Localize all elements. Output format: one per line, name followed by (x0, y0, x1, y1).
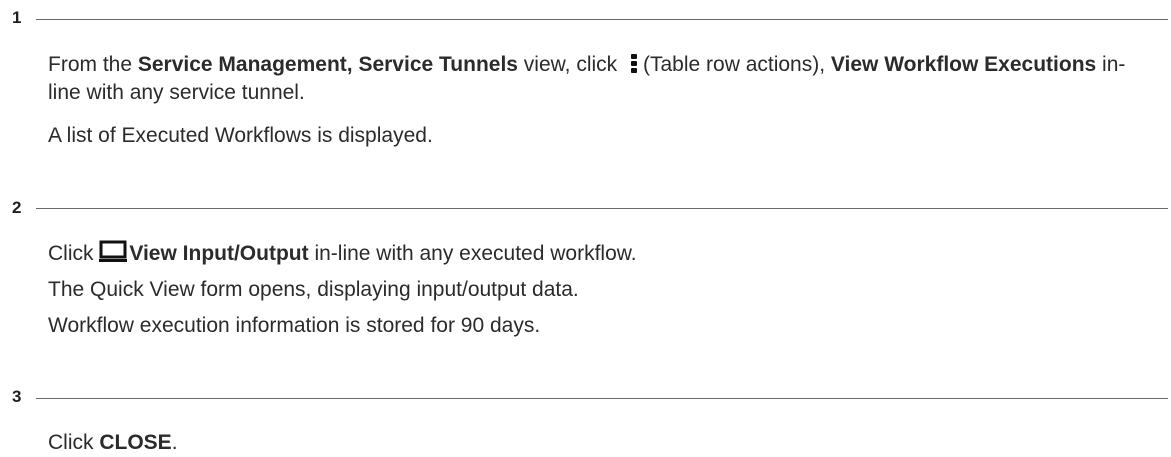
step-divider (36, 208, 1168, 209)
service-tunnels-path: Service Management, Service Tunnels (137, 53, 518, 76)
monitor-icon (99, 240, 128, 262)
step-number: 2 (12, 198, 22, 217)
step-number: 1 (12, 8, 22, 27)
step-1-instruction: From the Service Management, Service Tun… (48, 53, 1126, 104)
step-1-result: A list of Executed Workflows is displaye… (48, 124, 433, 147)
step-divider (36, 19, 1168, 20)
step-3-instruction: Click CLOSE. (48, 431, 178, 454)
view-input-output-action: View Input/Output (129, 242, 309, 265)
close-action: CLOSE (99, 431, 172, 454)
view-workflow-executions-action: View Workflow Executions (830, 53, 1097, 76)
table-row-actions-icon (631, 54, 637, 74)
step-divider (36, 398, 1168, 399)
step-2-result: The Quick View form opens, displaying in… (48, 278, 579, 301)
step-2-note: Workflow execution information is stored… (48, 314, 541, 337)
step-2-instruction: Click View Input/Output in-line with any… (48, 240, 637, 265)
step-number: 3 (12, 387, 22, 406)
